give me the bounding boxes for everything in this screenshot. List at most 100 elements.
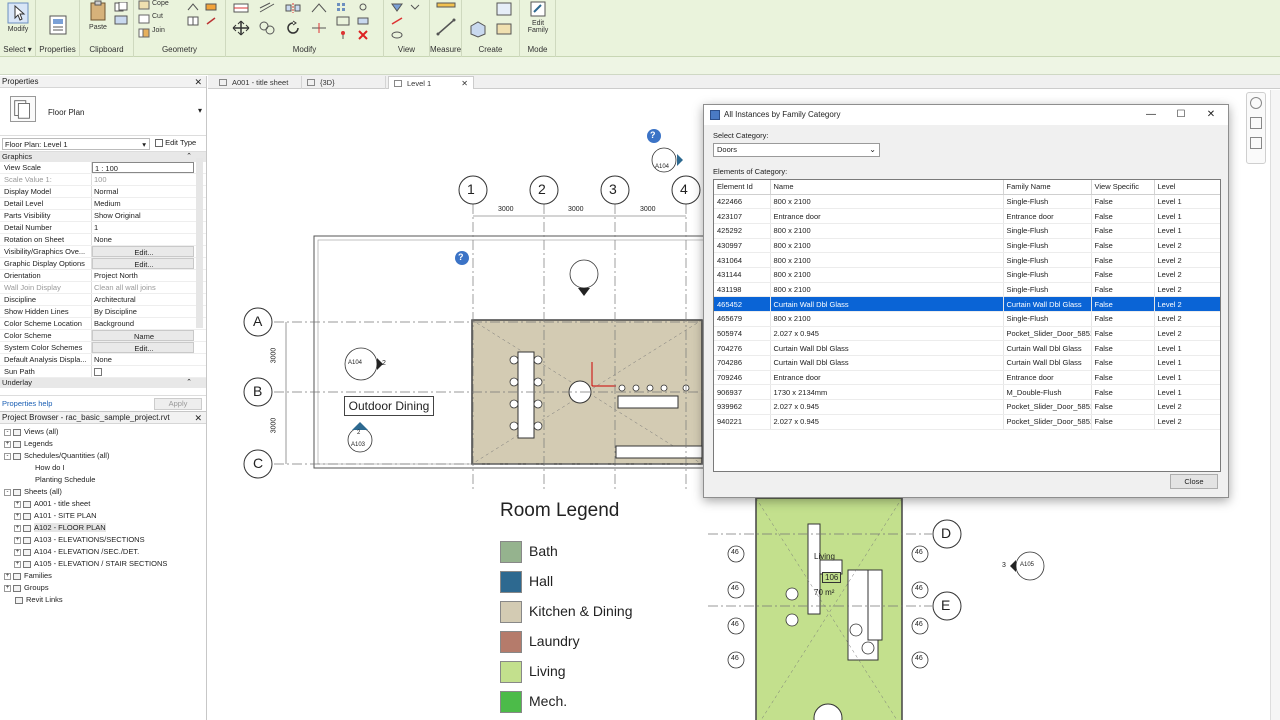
property-edit-button[interactable]: Name bbox=[92, 330, 194, 341]
edit-type-button[interactable]: Edit Type bbox=[155, 138, 196, 148]
expand-icon[interactable]: + bbox=[4, 584, 11, 592]
property-value[interactable]: 1 : 100 bbox=[92, 162, 194, 173]
close-icon[interactable]: ✕ bbox=[194, 412, 202, 424]
column-header[interactable]: View Specific bbox=[1091, 180, 1155, 195]
hide-icon[interactable] bbox=[390, 30, 404, 40]
property-edit-button[interactable]: Edit... bbox=[92, 342, 194, 353]
create-group-icon[interactable] bbox=[494, 22, 514, 36]
browser-item[interactable]: + A101 - SITE PLAN bbox=[0, 510, 200, 522]
collapse-icon[interactable]: - bbox=[4, 428, 11, 436]
table-row[interactable]: 906937 1730 x 2134mm M_Double-Flush False Le… bbox=[714, 384, 1220, 401]
column-header[interactable]: Element Id bbox=[714, 180, 771, 195]
unpin-icon[interactable] bbox=[356, 2, 370, 12]
expand-icon[interactable]: + bbox=[4, 572, 11, 580]
table-row[interactable]: 709246 Entrance door Entrance door False Lev… bbox=[714, 370, 1220, 386]
column-header[interactable]: Name bbox=[770, 180, 1004, 195]
property-row[interactable]: Visibility/Graphics Ove... Edit... bbox=[0, 246, 206, 258]
browser-item[interactable]: + Families bbox=[0, 570, 200, 582]
expand-icon[interactable]: + bbox=[14, 512, 21, 520]
paint-icon[interactable] bbox=[204, 2, 218, 12]
property-row[interactable]: Rotation on Sheet None bbox=[0, 234, 206, 246]
browser-item[interactable]: + A001 - title sheet bbox=[0, 498, 200, 510]
property-row[interactable]: View Scale 1 : 100 bbox=[0, 162, 206, 174]
split-face-icon[interactable] bbox=[186, 16, 200, 26]
browser-item[interactable]: + A105 - ELEVATION / STAIR SECTIONS bbox=[0, 558, 200, 570]
property-row[interactable]: Display Model Normal bbox=[0, 186, 206, 198]
collapse-icon[interactable]: - bbox=[4, 488, 11, 496]
maximize-icon[interactable]: ☐ bbox=[1166, 105, 1196, 125]
tab-3d[interactable]: {3D} bbox=[302, 76, 386, 89]
copy-element-icon[interactable] bbox=[258, 20, 276, 36]
trim-icon[interactable] bbox=[310, 2, 328, 14]
match-type-icon[interactable] bbox=[114, 15, 128, 25]
cope-icon[interactable] bbox=[138, 0, 150, 10]
apply-button[interactable]: Apply bbox=[154, 398, 202, 410]
table-row[interactable]: 425292 800 x 2100 Single-Flush False Level 1 bbox=[714, 223, 1220, 239]
property-row[interactable]: Scale Value 1: 100 bbox=[0, 174, 206, 186]
view-dropdown-icon[interactable] bbox=[408, 2, 422, 12]
column-header[interactable]: Family Name bbox=[1003, 180, 1092, 195]
expand-icon[interactable]: + bbox=[14, 560, 21, 568]
table-row[interactable]: 704276 Curtain Wall Dbl Glass Curtain Wall… bbox=[714, 340, 1220, 357]
table-row[interactable]: 423107 Entrance door Entrance door False Lev… bbox=[714, 208, 1220, 224]
property-row[interactable]: Detail Number 1 bbox=[0, 222, 206, 234]
browser-item[interactable]: - Views (all) bbox=[0, 426, 200, 438]
expand-icon[interactable]: + bbox=[14, 536, 21, 544]
sun-path-checkbox[interactable] bbox=[94, 368, 102, 377]
property-row[interactable]: Default Analysis Displa... None bbox=[0, 354, 206, 366]
pin-icon[interactable] bbox=[336, 30, 350, 40]
browser-item[interactable]: + A104 - ELEVATION /SEC./DET. bbox=[0, 546, 200, 558]
properties-button[interactable] bbox=[46, 14, 70, 38]
canvas-scrollbar[interactable] bbox=[1270, 90, 1280, 720]
tab-title-sheet[interactable]: A001 - title sheet bbox=[214, 76, 302, 89]
property-row[interactable]: Orientation Project North bbox=[0, 270, 206, 282]
table-row[interactable]: 465679 800 x 2100 Single-Flush False Level 2 bbox=[714, 311, 1220, 327]
zoom-icon[interactable] bbox=[1250, 117, 1262, 129]
steering-wheel-icon[interactable] bbox=[1250, 97, 1262, 109]
group-icon[interactable] bbox=[356, 16, 370, 26]
table-row[interactable]: 431144 800 x 2100 Single-Flush False Level 2 bbox=[714, 267, 1220, 283]
delete-icon[interactable] bbox=[356, 30, 370, 40]
table-row[interactable]: 422466 800 x 2100 Single-Flush False Level 1 bbox=[714, 194, 1220, 210]
browser-item[interactable]: + A102 - FLOOR PLAN bbox=[0, 522, 200, 534]
table-row[interactable]: 505974 2.027 x 0.945 Pocket_Slider_Door_58… bbox=[714, 326, 1220, 342]
expand-icon[interactable]: + bbox=[14, 548, 21, 556]
linework-icon[interactable] bbox=[390, 16, 404, 26]
help-icon[interactable]: ? bbox=[458, 252, 464, 262]
paste-button[interactable]: Paste bbox=[84, 0, 112, 31]
type-selector[interactable]: Floor Plan ▾ bbox=[0, 88, 206, 136]
property-row[interactable]: Detail Level Medium bbox=[0, 198, 206, 210]
property-row[interactable]: Parts Visibility Show Original bbox=[0, 210, 206, 222]
expand-icon[interactable]: + bbox=[14, 500, 21, 508]
chevron-down-icon[interactable]: ▾ bbox=[198, 106, 202, 115]
edit-family-button[interactable]: Edit Family bbox=[524, 0, 552, 34]
instance-selector[interactable]: Floor Plan: Level 1 ▾ bbox=[2, 138, 150, 150]
property-edit-button[interactable]: Edit... bbox=[92, 246, 194, 257]
override-graphics-icon[interactable] bbox=[390, 2, 404, 12]
property-row[interactable]: Graphic Display Options Edit... bbox=[0, 258, 206, 270]
demolish-icon[interactable] bbox=[204, 16, 218, 26]
modify-button[interactable]: Modify bbox=[3, 2, 33, 33]
rotate-icon[interactable] bbox=[284, 20, 302, 36]
create-assembly-icon[interactable] bbox=[468, 20, 488, 38]
properties-scrollbar[interactable] bbox=[196, 158, 203, 328]
graphics-section[interactable]: Graphics ⌃ bbox=[0, 152, 206, 162]
expand-icon[interactable]: + bbox=[14, 524, 21, 532]
elements-grid[interactable]: Element Id Name Family Name View Specific Le… bbox=[713, 179, 1221, 472]
close-icon[interactable]: ✕ bbox=[1196, 105, 1226, 125]
property-row[interactable]: Show Hidden Lines By Discipline bbox=[0, 306, 206, 318]
table-row[interactable]: 430997 800 x 2100 Single-Flush False Level 2 bbox=[714, 238, 1220, 254]
mirror-icon[interactable] bbox=[284, 2, 302, 14]
browser-item[interactable]: + Legends bbox=[0, 438, 200, 450]
expand-icon[interactable]: + bbox=[4, 440, 11, 448]
browser-item[interactable]: How do I bbox=[0, 462, 200, 474]
table-row[interactable]: 431064 800 x 2100 Single-Flush False Level 2 bbox=[714, 252, 1220, 268]
close-icon[interactable]: ✕ bbox=[194, 76, 202, 88]
category-select[interactable]: Doors ⌄ bbox=[713, 143, 880, 157]
close-button[interactable]: Close bbox=[1170, 474, 1218, 489]
property-row[interactable]: Color Scheme Location Background bbox=[0, 318, 206, 330]
table-row[interactable]: 465452 Curtain Wall Dbl Glass Curtain Wall… bbox=[714, 296, 1220, 312]
property-row[interactable]: Sun Path bbox=[0, 366, 206, 378]
property-row[interactable]: Discipline Architectural bbox=[0, 294, 206, 306]
align-icon[interactable] bbox=[232, 2, 250, 14]
